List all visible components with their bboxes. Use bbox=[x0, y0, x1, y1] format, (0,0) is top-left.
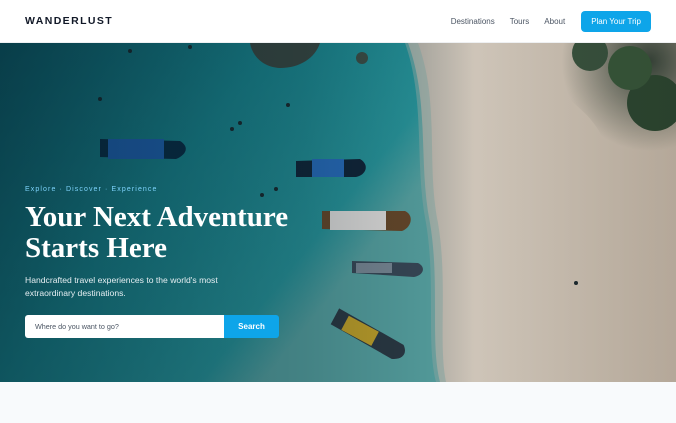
destination-search-input[interactable] bbox=[25, 315, 224, 338]
nav-link-tours[interactable]: Tours bbox=[510, 17, 530, 26]
plan-your-trip-button[interactable]: Plan Your Trip bbox=[581, 10, 651, 32]
hero-subtext: Handcrafted travel experiences to the wo… bbox=[25, 275, 218, 298]
top-navbar: WANDERLUST Destinations Tours About Plan… bbox=[0, 0, 676, 43]
hero-section: Explore · Discover · Experience Your Nex… bbox=[0, 43, 676, 382]
destination-search: Search bbox=[25, 315, 279, 338]
hero-headline: Your Next Adventure Starts Here bbox=[25, 202, 325, 264]
below-hero-section bbox=[0, 382, 676, 423]
brand-logo[interactable]: WANDERLUST bbox=[25, 15, 113, 27]
hero-tagline: Explore · Discover · Experience bbox=[25, 186, 158, 193]
headline-line-1: Your Next Adventure bbox=[25, 201, 289, 233]
search-button[interactable]: Search bbox=[224, 315, 279, 338]
headline-line-2: Starts Here bbox=[25, 232, 167, 264]
nav-link-about[interactable]: About bbox=[544, 17, 565, 26]
main-nav: Destinations Tours About Plan Your Trip bbox=[451, 10, 651, 32]
nav-link-destinations[interactable]: Destinations bbox=[451, 17, 495, 26]
hero-content: Explore · Discover · Experience Your Nex… bbox=[25, 186, 345, 338]
